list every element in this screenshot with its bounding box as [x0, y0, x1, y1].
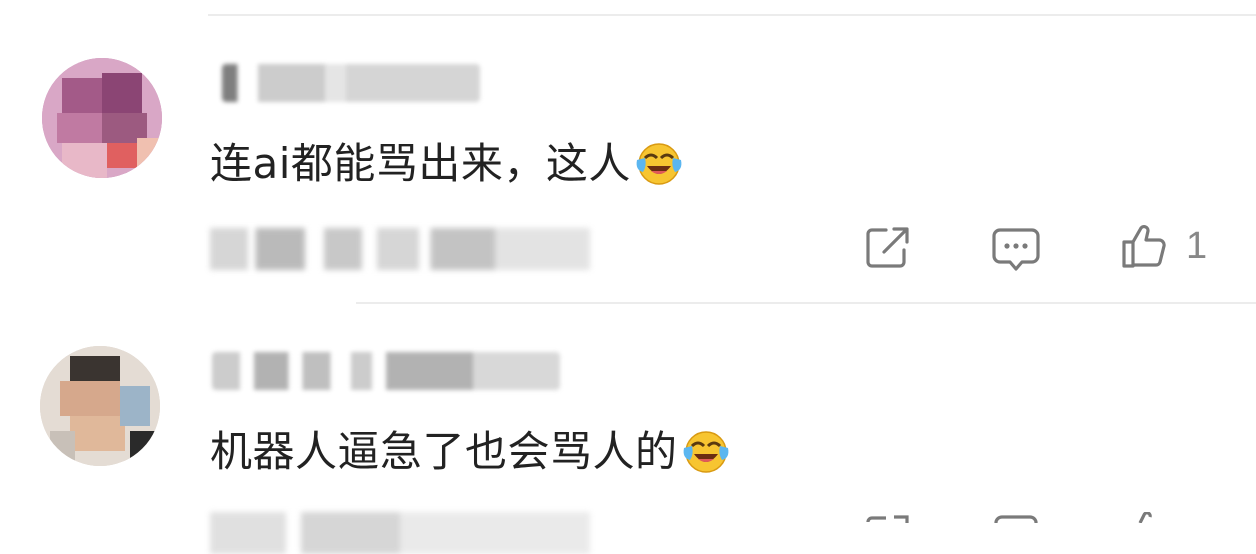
comment-text: 机器人逼急了也会骂人的 [210, 418, 730, 484]
thumbs-up-icon [1122, 225, 1166, 268]
comment-text-content: 机器人逼急了也会骂人的 [210, 427, 678, 476]
like-button[interactable]: 1 [1120, 222, 1207, 270]
avatar[interactable] [42, 58, 162, 178]
share-button[interactable] [864, 224, 912, 270]
reply-button[interactable] [992, 226, 1040, 272]
share-icon [866, 227, 909, 268]
share-button[interactable] [864, 512, 912, 523]
laughing-crying-emoji-icon [635, 142, 683, 196]
thumbs-up-icon [1138, 512, 1152, 523]
comment-divider [356, 302, 1256, 304]
avatar[interactable] [40, 346, 160, 466]
like-count: 1 [1186, 224, 1208, 267]
top-divider [208, 14, 1256, 16]
share-icon [866, 515, 909, 523]
laughing-crying-emoji-icon [682, 430, 730, 484]
username-blurred[interactable] [212, 352, 560, 390]
timestamp-location-blurred [210, 228, 590, 270]
comment-text: 连ai都能骂出来，这人 [210, 130, 683, 196]
comment-text-content: 连ai都能骂出来，这人 [210, 139, 631, 188]
timestamp-location-blurred [210, 512, 590, 554]
username-blurred[interactable] [222, 64, 480, 102]
comment-bubble-icon [994, 515, 1038, 523]
comment-bubble-icon [992, 228, 1040, 271]
reply-button[interactable] [992, 514, 1040, 523]
like-button[interactable] [1134, 512, 1154, 523]
